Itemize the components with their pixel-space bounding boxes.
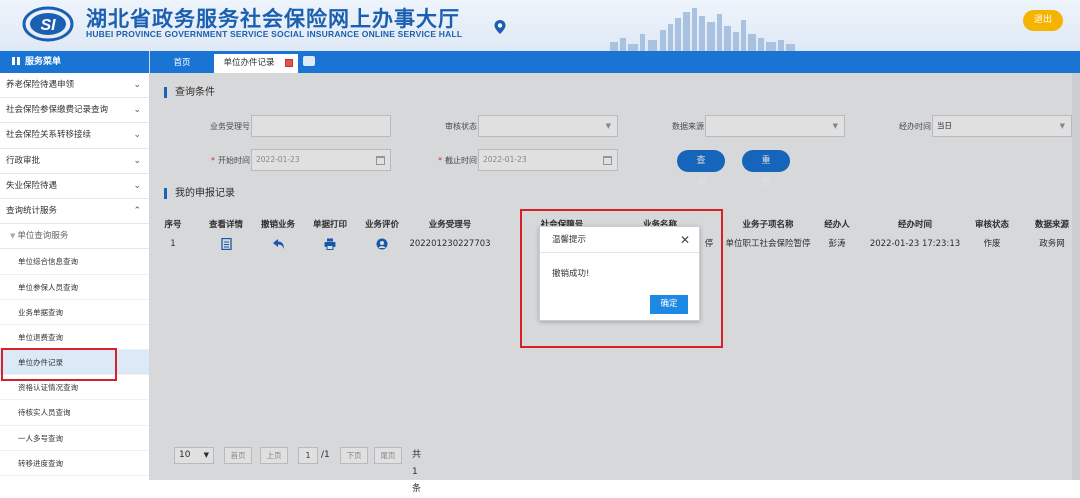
sidebar-subgroup-label: 单位查询服务: [17, 231, 69, 242]
sidebar-leaf[interactable]: 单位综合信息查询: [0, 249, 149, 275]
sidebar-item-query-stats[interactable]: 查询统计服务 ⌃: [0, 199, 149, 225]
si-logo-icon: SI: [22, 6, 74, 42]
triangle-down-icon: ▼: [10, 232, 16, 241]
chevron-up-icon: ⌃: [133, 205, 141, 216]
chevron-down-icon: ⌄: [133, 105, 141, 116]
sidebar-subgroup[interactable]: ▼ 单位查询服务: [0, 224, 149, 250]
location-pin-icon: [494, 20, 506, 34]
dialog-message: 撤销成功!: [552, 269, 590, 279]
site-subtitle: HUBEI PROVINCE GOVERNMENT SERVICE SOCIAL…: [86, 29, 463, 39]
dialog-title: 温馨提示: [552, 235, 587, 245]
sidebar-leaf[interactable]: 业务单据查询: [0, 300, 149, 325]
sidebar-item-label: 查询统计服务: [6, 205, 58, 216]
ok-button[interactable]: 确定: [650, 295, 688, 314]
sidebar-item-label: 失业保险待遇: [6, 180, 58, 191]
close-icon[interactable]: ✕: [680, 227, 690, 253]
sidebar-item-label: 养老保险待遇申领: [6, 80, 75, 90]
dialog-header: 温馨提示 ✕: [540, 227, 699, 253]
chevron-down-icon: ⌄: [133, 155, 141, 166]
sidebar-item-transfer[interactable]: 社会保险关系转移接续 ⌄: [0, 123, 149, 149]
sidebar-item-unemployment[interactable]: 失业保险待遇 ⌄: [0, 174, 149, 199]
sidebar-item-contribution[interactable]: 社会保险参保缴费记录查询 ⌄: [0, 98, 149, 124]
sidebar-item-label: 社会保险参保缴费记录查询: [6, 105, 109, 116]
chevron-down-icon: ⌄: [133, 180, 141, 191]
sidebar-item-label: 行政审批: [6, 155, 41, 166]
sidebar: 服务菜单 养老保险待遇申领 ⌄ 社会保险参保缴费记录查询 ⌄ 社会保险关系转移接…: [0, 51, 150, 480]
tab-records-label: 单位办件记录: [223, 58, 275, 68]
sidebar-item-label: 社会保险关系转移接续: [6, 130, 92, 141]
chevron-down-icon: ⌄: [133, 80, 141, 90]
alert-dialog: 温馨提示 ✕ 撤销成功! 确定: [539, 226, 700, 321]
sidebar-leaf[interactable]: 一人多号查询: [0, 426, 149, 451]
header-banner: SI 湖北省政务服务社会保险网上办事大厅 HUBEI PROVINCE GOVE…: [0, 0, 1080, 51]
sidebar-leaf[interactable]: 单位参保人员查询: [0, 275, 149, 300]
sidebar-leaf[interactable]: 转移进度查询: [0, 451, 149, 476]
city-skyline-icon: [610, 8, 795, 51]
chevron-down-icon: ⌄: [133, 130, 141, 141]
tab-bar: 首页 单位办件记录: [150, 51, 1080, 73]
close-tab-icon[interactable]: [285, 59, 293, 67]
sidebar-heading: 服务菜单: [25, 57, 62, 67]
sidebar-item-pension[interactable]: 养老保险待遇申领 ⌄: [0, 73, 149, 99]
svg-text:SI: SI: [40, 17, 56, 34]
new-tab-icon[interactable]: [303, 56, 315, 66]
logout-button[interactable]: 退出: [1023, 10, 1063, 31]
sidebar-header: 服务菜单: [0, 51, 149, 73]
tab-records[interactable]: 单位办件记录: [214, 54, 298, 73]
sidebar-leaf[interactable]: 单位退费查询: [0, 325, 149, 351]
highlight-box: [1, 348, 117, 381]
grid-icon: [12, 57, 20, 65]
tab-home[interactable]: 首页: [162, 54, 202, 73]
sidebar-item-approval[interactable]: 行政审批 ⌄: [0, 149, 149, 174]
sidebar-leaf[interactable]: 待核实人员查询: [0, 400, 149, 426]
